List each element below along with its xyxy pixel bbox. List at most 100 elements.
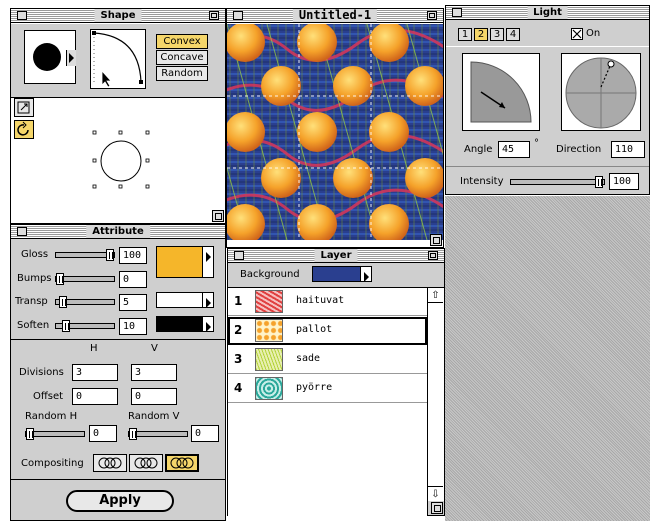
layer-row-4[interactable]: 4 pyörre <box>228 375 427 403</box>
layer-row-1[interactable]: 1 haituvat <box>228 288 427 316</box>
direction-field[interactable]: 110 <box>611 141 645 158</box>
scale-icon <box>17 101 30 114</box>
slider-track <box>55 276 115 282</box>
scroll-down-arrow-icon[interactable]: ⇩ <box>428 486 443 501</box>
slider-thumb[interactable] <box>129 428 137 440</box>
offset-h-field[interactable]: 0 <box>72 388 118 405</box>
close-box[interactable] <box>17 11 27 20</box>
direction-control[interactable] <box>561 53 641 131</box>
soften-slider[interactable] <box>55 320 115 332</box>
divisions-v-field[interactable]: 3 <box>131 364 177 381</box>
scroll-up-arrow-icon[interactable]: ⇧ <box>428 288 443 303</box>
transp-color-picker[interactable] <box>156 292 214 308</box>
light-tab-2[interactable]: 2 <box>474 28 488 41</box>
soften-label: Soften <box>17 320 50 331</box>
tiled-pattern-image <box>227 24 443 240</box>
direction-label: Direction <box>556 144 602 155</box>
close-box[interactable] <box>17 227 27 236</box>
resize-box[interactable] <box>212 210 224 222</box>
random-v-slider[interactable] <box>128 428 188 440</box>
zoom-box[interactable] <box>427 11 437 20</box>
light-tab-1[interactable]: 1 <box>458 28 472 41</box>
slider-thumb[interactable] <box>106 249 114 261</box>
transp-slider[interactable] <box>55 296 115 308</box>
layer-row-3[interactable]: 3 sade <box>228 346 427 374</box>
layer-row-2[interactable]: 2 pallot <box>228 317 427 345</box>
sphere-preview-button[interactable] <box>24 30 76 84</box>
compositing-mode-2-button[interactable] <box>129 454 163 472</box>
layer-name: sade <box>296 353 321 364</box>
check-x-icon <box>572 29 582 39</box>
rings-icon <box>170 457 194 469</box>
gloss-slider[interactable] <box>55 249 115 261</box>
layer-name: pyörre <box>296 382 333 393</box>
layer-window: Layer Background 1 haituvat 2 pallot 3 s… <box>227 248 445 516</box>
concave-button[interactable]: Concave <box>156 50 208 65</box>
attribute-title-bar[interactable]: Attribute <box>11 225 225 239</box>
attribute-divider-2 <box>11 479 225 480</box>
curve-graph <box>92 31 143 85</box>
slider-thumb[interactable] <box>56 273 64 285</box>
angle-control[interactable] <box>462 53 540 131</box>
attribute-divider <box>11 339 225 340</box>
random-button[interactable]: Random <box>156 66 208 81</box>
intensity-label: Intensity <box>460 176 504 187</box>
offset-v-field[interactable]: 0 <box>131 388 177 405</box>
soften-color-picker[interactable] <box>156 316 214 332</box>
light-tab-4[interactable]: 4 <box>506 28 520 41</box>
gloss-field[interactable]: 100 <box>119 247 147 264</box>
slider-thumb[interactable] <box>26 428 34 440</box>
profile-curve-editor[interactable] <box>90 29 146 89</box>
intensity-field[interactable]: 100 <box>609 173 639 190</box>
bumps-slider[interactable] <box>55 273 115 285</box>
close-box[interactable] <box>234 251 244 260</box>
soften-field[interactable]: 10 <box>119 318 147 335</box>
popup-arrow-icon <box>66 50 76 66</box>
apply-button[interactable]: Apply <box>66 490 174 512</box>
gloss-color-picker[interactable] <box>156 246 214 278</box>
layer-number: 2 <box>234 323 243 337</box>
resize-box[interactable] <box>431 502 443 514</box>
slider-thumb[interactable] <box>62 320 70 332</box>
zoom-box[interactable] <box>209 11 219 20</box>
shape-title-bar[interactable]: Shape <box>11 9 225 23</box>
attribute-window: Attribute Gloss 100 Bumps 0 Transp 5 Sof… <box>10 224 226 521</box>
random-h-slider[interactable] <box>25 428 85 440</box>
scale-tool-button[interactable] <box>14 98 34 117</box>
random-h-label: Random H <box>25 411 78 422</box>
intensity-slider[interactable] <box>510 176 605 188</box>
attribute-title: Attribute <box>86 225 150 238</box>
pattern-canvas[interactable] <box>227 24 443 240</box>
light-title-bar[interactable]: Light <box>446 6 649 20</box>
slider-thumb[interactable] <box>595 176 603 188</box>
shape-outline-canvas[interactable] <box>86 124 156 194</box>
slider-thumb[interactable] <box>59 296 67 308</box>
convex-button[interactable]: Convex <box>156 34 208 49</box>
light-tab-3[interactable]: 3 <box>490 28 504 41</box>
light-on-checkbox[interactable] <box>571 28 583 40</box>
random-h-field[interactable]: 0 <box>89 425 117 442</box>
rotate-tool-button[interactable] <box>14 120 34 139</box>
popup-arrow-icon <box>202 247 213 277</box>
compositing-mode-3-button[interactable] <box>165 454 199 472</box>
light-on-label: On <box>586 28 601 39</box>
document-title-bar[interactable]: Untitled-1 <box>227 9 443 23</box>
compositing-mode-1-button[interactable] <box>93 454 127 472</box>
layer-name: haituvat <box>296 295 345 306</box>
random-v-field[interactable]: 0 <box>191 425 219 442</box>
rings-icon <box>98 457 122 469</box>
zoom-box[interactable] <box>428 251 438 260</box>
layer-title-bar[interactable]: Layer <box>228 249 444 263</box>
random-v-label: Random V <box>128 411 180 422</box>
transp-field[interactable]: 5 <box>119 294 147 311</box>
angle-field[interactable]: 45 <box>498 141 530 158</box>
layer-scrollbar[interactable]: ⇧ ⇩ <box>428 287 444 501</box>
background-color-picker[interactable] <box>312 266 372 282</box>
layer-thumbnail <box>255 348 283 371</box>
slider-track <box>510 179 605 185</box>
close-box[interactable] <box>452 8 462 17</box>
bumps-field[interactable]: 0 <box>119 271 147 288</box>
close-box[interactable] <box>233 11 243 20</box>
resize-box[interactable] <box>430 234 442 246</box>
divisions-h-field[interactable]: 3 <box>72 364 118 381</box>
